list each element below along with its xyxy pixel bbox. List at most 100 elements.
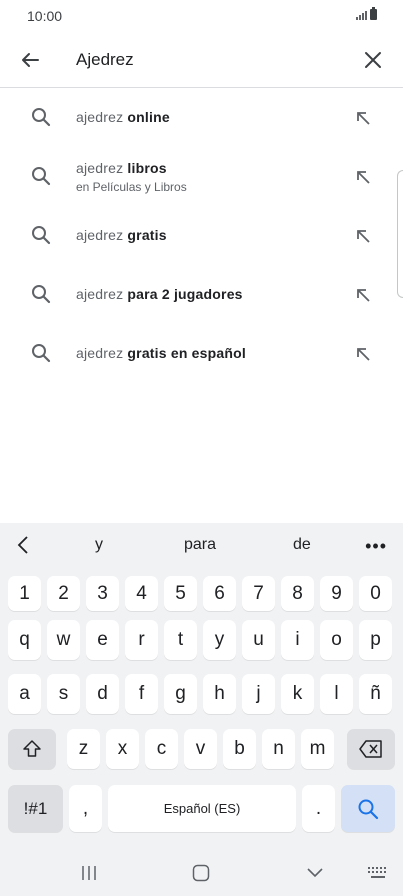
suggestion-prefix: ajedrez (76, 345, 124, 361)
clear-button[interactable] (357, 44, 389, 76)
key-6[interactable]: 6 (203, 576, 236, 611)
fill-query-button[interactable] (353, 108, 373, 128)
key-j[interactable]: j (242, 674, 275, 714)
signal-icon (356, 10, 367, 20)
key-i[interactable]: i (281, 620, 314, 660)
key-8[interactable]: 8 (281, 576, 314, 611)
arrow-up-left-icon (357, 171, 370, 184)
search-icon (32, 285, 51, 304)
suggestion-text: ajedrez gratis (76, 227, 167, 243)
status-icons (356, 7, 377, 20)
home-button[interactable] (190, 860, 212, 886)
suggestion-completion: para 2 jugadores (127, 286, 243, 302)
fill-query-button[interactable] (353, 344, 373, 364)
search-icon (32, 108, 51, 127)
shift-icon (23, 740, 41, 757)
back-button[interactable] (14, 44, 46, 76)
key-k[interactable]: k (281, 674, 314, 714)
key-h[interactable]: h (203, 674, 236, 714)
search-input[interactable] (76, 46, 346, 74)
key-m[interactable]: m (301, 729, 334, 769)
suggestion-prefix: ajedrez (76, 109, 124, 125)
recent-apps-icon (82, 866, 96, 880)
key-2[interactable]: 2 (47, 576, 80, 611)
key-l[interactable]: l (320, 674, 353, 714)
key-0[interactable]: 0 (359, 576, 392, 611)
key-w[interactable]: w (47, 620, 80, 660)
suggestion-item[interactable]: ajedrez libros en Películas y Libros (0, 147, 403, 206)
key-a[interactable]: a (8, 674, 41, 714)
fill-query-button[interactable] (353, 167, 373, 187)
fill-query-button[interactable] (353, 285, 373, 305)
backspace-key[interactable] (347, 729, 395, 769)
suggestion-item[interactable]: ajedrez online (0, 88, 403, 147)
key-t[interactable]: t (164, 620, 197, 660)
suggestion-completion: gratis (127, 227, 167, 243)
search-icon (32, 226, 51, 245)
comma-key[interactable]: , (69, 785, 102, 832)
suggestion-list: ajedrez online ajedrez libros en Películ… (0, 88, 403, 383)
arrow-up-left-icon (357, 112, 370, 125)
key-e[interactable]: e (86, 620, 119, 660)
scroll-handle[interactable] (397, 170, 403, 298)
backspace-icon (359, 740, 382, 758)
key-c[interactable]: c (145, 729, 178, 769)
battery-icon (370, 7, 377, 20)
arrow-up-left-icon (357, 230, 370, 243)
key-1[interactable]: 1 (8, 576, 41, 611)
key-7[interactable]: 7 (242, 576, 275, 611)
key-r[interactable]: r (125, 620, 158, 660)
status-bar: 10:00 (0, 0, 403, 32)
suggestion-completion: online (127, 109, 170, 125)
key-u[interactable]: u (242, 620, 275, 660)
key-g[interactable]: g (164, 674, 197, 714)
navigation-bar (0, 850, 403, 896)
search-key[interactable] (341, 785, 395, 832)
key-v[interactable]: v (184, 729, 217, 769)
back-nav-button[interactable] (304, 860, 326, 886)
keyboard-switch-button[interactable] (365, 860, 391, 886)
key-b[interactable]: b (223, 729, 256, 769)
suggestion-prefix: ajedrez (76, 286, 124, 302)
key-4[interactable]: 4 (125, 576, 158, 611)
space-key[interactable]: Español (ES) (108, 785, 296, 832)
suggestion-subtitle: en Películas y Libros (76, 180, 187, 194)
key-z[interactable]: z (67, 729, 100, 769)
more-options-icon[interactable]: ••• (365, 536, 387, 557)
arrow-up-left-icon (357, 289, 370, 302)
arrow-up-left-icon (357, 348, 370, 361)
suggestion-item[interactable]: ajedrez gratis en español (0, 324, 403, 383)
key-enye[interactable]: ñ (359, 674, 392, 714)
key-p[interactable]: p (359, 620, 392, 660)
suggestion-prefix: ajedrez (76, 160, 124, 176)
key-q[interactable]: q (8, 620, 41, 660)
period-key[interactable]: . (302, 785, 335, 832)
prediction-2[interactable]: para (184, 536, 216, 554)
symbols-key[interactable]: !#1 (8, 785, 63, 832)
search-icon (358, 799, 379, 819)
search-bar (0, 32, 403, 88)
suggestion-item[interactable]: ajedrez para 2 jugadores (0, 265, 403, 324)
prediction-1[interactable]: y (95, 536, 103, 554)
key-n[interactable]: n (262, 729, 295, 769)
key-3[interactable]: 3 (86, 576, 119, 611)
suggestion-completion: libros (127, 160, 167, 176)
recent-apps-button[interactable] (78, 860, 100, 886)
chevron-left-icon[interactable] (14, 534, 34, 556)
key-9[interactable]: 9 (320, 576, 353, 611)
arrow-back-icon (22, 53, 39, 67)
key-f[interactable]: f (125, 674, 158, 714)
key-5[interactable]: 5 (164, 576, 197, 611)
key-s[interactable]: s (47, 674, 80, 714)
fill-query-button[interactable] (353, 226, 373, 246)
close-icon (365, 52, 381, 68)
key-x[interactable]: x (106, 729, 139, 769)
prediction-3[interactable]: de (293, 536, 311, 554)
suggestion-completion: gratis en español (127, 345, 246, 361)
suggestion-text: ajedrez libros (76, 160, 167, 176)
key-y[interactable]: y (203, 620, 236, 660)
key-o[interactable]: o (320, 620, 353, 660)
key-d[interactable]: d (86, 674, 119, 714)
shift-key[interactable] (8, 729, 56, 769)
suggestion-item[interactable]: ajedrez gratis (0, 206, 403, 265)
